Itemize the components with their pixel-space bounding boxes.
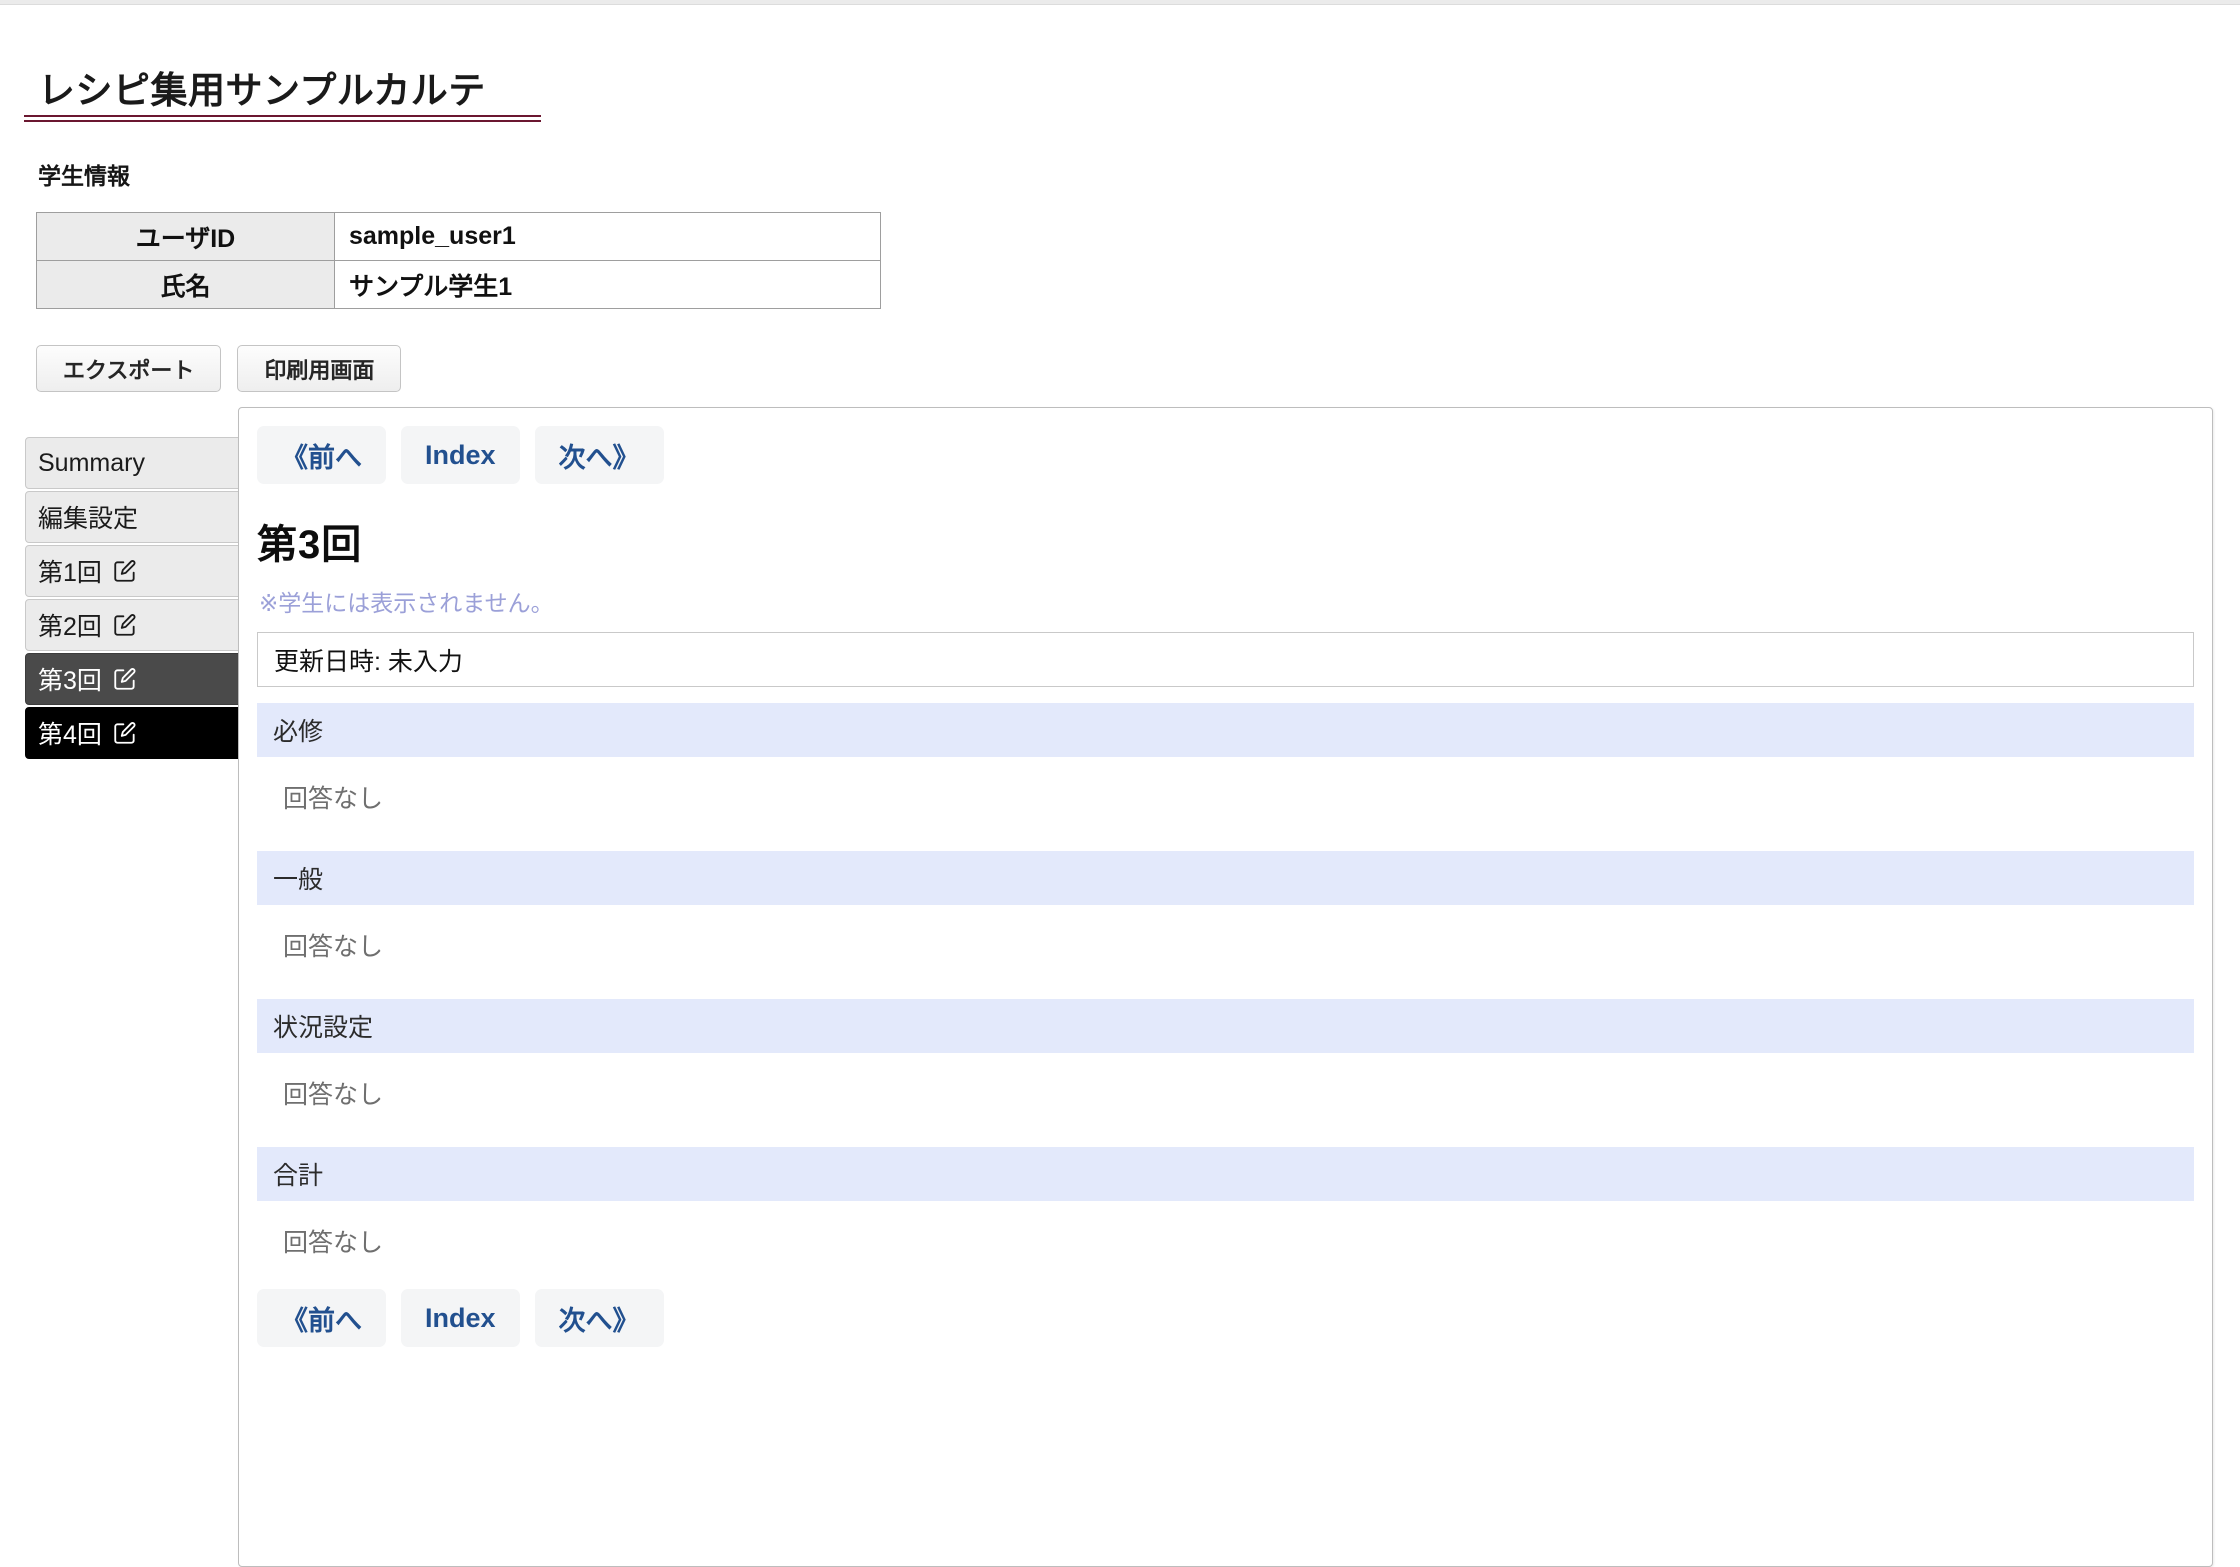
update-datetime-field: 更新日時: 未入力 (257, 632, 2194, 687)
sidebar-item-label: Summary (38, 448, 145, 477)
sidebar-item-label: 第1回 (38, 559, 102, 587)
index-button-bottom[interactable]: Index (401, 1289, 520, 1347)
edit-pencil-icon[interactable] (112, 612, 138, 638)
edit-pencil-icon[interactable] (112, 720, 138, 746)
student-info-value-cell: サンプル学生1 (334, 260, 881, 309)
section-header: 一般 (257, 851, 2194, 905)
section-header: 必修 (257, 703, 2194, 757)
student-info-value-cell: sample_user1 (334, 212, 881, 261)
sidebar-item-label: 編集設定 (38, 505, 139, 533)
section-body: 回答なし (283, 1081, 384, 1109)
page-root: レシピ集用サンプルカルテ 学生情報 ユーザID sample_user1 氏名 サンプ… (0, 5, 2240, 1567)
title-underline-rule (24, 115, 541, 122)
student-info-table: ユーザID sample_user1 氏名 サンプル学生1 (36, 212, 881, 309)
prev-button-bottom[interactable]: 《前へ (257, 1289, 386, 1347)
sidebar-item-label: 第4回 (38, 721, 102, 749)
section-body: 回答なし (283, 1229, 384, 1257)
student-info-label: 学生情報 (38, 163, 130, 189)
section-body: 回答なし (283, 933, 384, 961)
prev-button-top[interactable]: 《前へ (257, 426, 386, 484)
sidebar-item-label: 第2回 (38, 613, 102, 641)
index-button-top[interactable]: Index (401, 426, 520, 484)
sidebar-item-label: 第3回 (38, 667, 102, 695)
export-button[interactable]: エクスポート (36, 345, 222, 392)
card-title: 第3回 (257, 523, 363, 567)
section-header: 状況設定 (257, 999, 2194, 1053)
next-button-bottom[interactable]: 次へ》 (534, 1289, 664, 1347)
print-view-button[interactable]: 印刷用画面 (237, 345, 402, 392)
section-body: 回答なし (283, 785, 384, 813)
edit-pencil-icon[interactable] (112, 666, 138, 692)
next-button-top[interactable]: 次へ》 (534, 426, 664, 484)
student-info-label-cell: 氏名 (36, 260, 335, 309)
page-title: レシピ集用サンプルカルテ (38, 69, 486, 111)
section-header: 合計 (257, 1147, 2194, 1201)
section-list: 必修 回答なし 一般 回答なし 状況設定 回答なし 合計 回答なし (239, 703, 2212, 1279)
student-info-label-cell: ユーザID (36, 212, 335, 261)
toolbar: エクスポート 印刷用画面 (36, 345, 402, 392)
session-detail-card: 《前へ Index 次へ》 第3回 ※学生には表示されません。 更新日時: 未入… (238, 407, 2213, 1567)
edit-pencil-icon[interactable] (112, 558, 138, 584)
card-nav-top: 《前へ Index 次へ》 (239, 408, 2212, 484)
student-info-row: ユーザID sample_user1 (36, 212, 881, 261)
visibility-note: ※学生には表示されません。 (259, 590, 554, 616)
card-nav-bottom: 《前へ Index 次へ》 (239, 1279, 2212, 1347)
student-info-row: 氏名 サンプル学生1 (36, 260, 881, 309)
